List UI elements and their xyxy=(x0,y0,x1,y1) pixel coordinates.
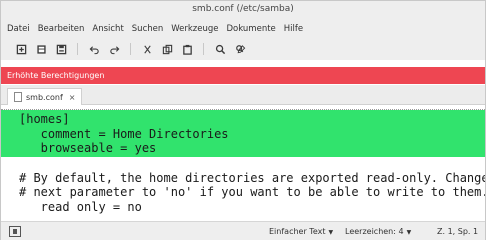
menu-werkzeuge[interactable]: Werkzeuge xyxy=(171,24,218,34)
open-icon xyxy=(36,44,46,54)
toolbar-separator xyxy=(77,43,78,55)
side-panel-toggle-icon[interactable] xyxy=(9,226,21,237)
infobar-text: Erhöhte Berechtigungen xyxy=(7,71,105,80)
close-icon[interactable]: × xyxy=(69,93,76,102)
code-line: [homes] xyxy=(19,112,70,126)
tab-label: smb.conf xyxy=(26,92,63,102)
replace-icon xyxy=(235,44,245,53)
cursor-position: Z. 1, Sp. 1 xyxy=(437,227,479,236)
file-icon xyxy=(14,92,22,102)
paste-icon xyxy=(182,44,192,55)
code-line: read only = no xyxy=(19,200,142,214)
menu-datei[interactable]: Datei xyxy=(7,24,30,34)
copy-icon xyxy=(162,44,172,54)
menu-hilfe[interactable]: Hilfe xyxy=(284,24,303,34)
code-line: # By default, the home directories are e… xyxy=(19,171,485,185)
redo-icon xyxy=(109,45,119,54)
text-editor[interactable]: [homes] comment = Home Directories brows… xyxy=(1,106,485,221)
menu-suchen[interactable]: Suchen xyxy=(132,24,163,34)
toolbar-separator xyxy=(203,43,204,55)
status-bar: Einfacher Text ▼ Leerzeichen: 4 ▼ Z. 1, Sp… xyxy=(1,221,485,240)
tab-smb-conf[interactable]: smb.conf × xyxy=(7,88,83,105)
search-icon xyxy=(215,44,225,54)
new-document-icon xyxy=(16,44,26,54)
indent-label: Leerzeichen: 4 xyxy=(345,227,404,236)
code-line: comment = Home Directories xyxy=(19,127,229,141)
menu-ansicht[interactable]: Ansicht xyxy=(92,24,123,34)
replace-button[interactable] xyxy=(230,40,250,58)
code-line: browseable = yes xyxy=(19,141,157,155)
save-icon xyxy=(56,44,66,54)
menu-dokumente[interactable]: Dokumente xyxy=(227,24,276,34)
save-button[interactable] xyxy=(51,40,71,58)
redo-button[interactable] xyxy=(104,40,124,58)
syntax-selector[interactable]: Einfacher Text ▼ xyxy=(269,227,333,236)
elevated-privileges-bar: Erhöhte Berechtigungen xyxy=(1,67,485,84)
undo-button[interactable] xyxy=(84,40,104,58)
code-line: # next parameter to 'no' if you want to … xyxy=(19,185,485,199)
title-bar[interactable]: smb.conf (/etc/samba) xyxy=(1,1,485,21)
open-button[interactable] xyxy=(31,40,51,58)
menu-bearbeiten[interactable]: Bearbeiten xyxy=(38,24,85,34)
toolbar-separator xyxy=(130,43,131,55)
search-button[interactable] xyxy=(210,40,230,58)
syntax-label: Einfacher Text xyxy=(269,227,326,236)
window-title: smb.conf (/etc/samba) xyxy=(192,4,294,14)
copy-button[interactable] xyxy=(157,40,177,58)
new-document-button[interactable] xyxy=(11,40,31,58)
cut-icon xyxy=(143,45,151,53)
dropdown-caret-icon: ▼ xyxy=(406,229,412,236)
undo-icon xyxy=(89,45,99,54)
cut-button[interactable] xyxy=(137,40,157,58)
dropdown-caret-icon: ▼ xyxy=(328,229,334,236)
editor-window: smb.conf (/etc/samba) Datei Bearbeiten A… xyxy=(0,0,486,240)
tab-bar: smb.conf × xyxy=(1,85,485,105)
paste-button[interactable] xyxy=(177,40,197,58)
indent-selector[interactable]: Leerzeichen: 4 ▼ xyxy=(345,227,411,236)
menu-bar: Datei Bearbeiten Ansicht Suchen Werkzeug… xyxy=(1,20,485,38)
toolbar xyxy=(1,38,485,60)
